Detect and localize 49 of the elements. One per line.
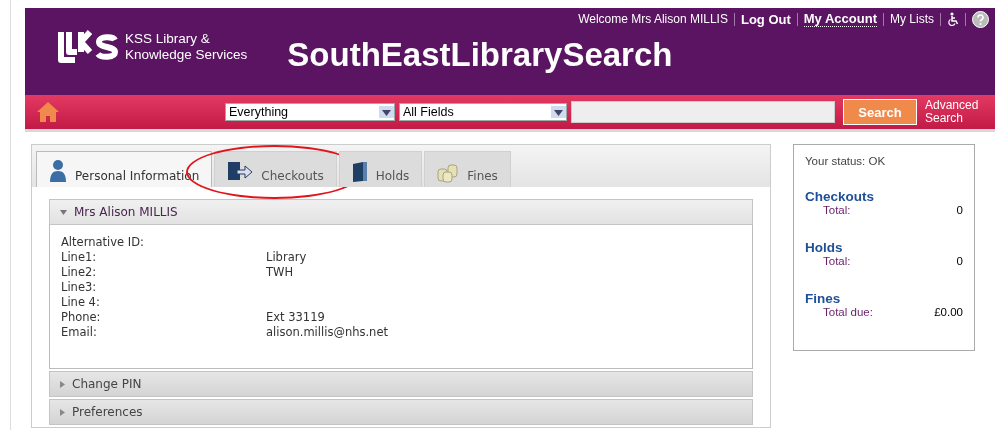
summary-label: Total due: — [823, 306, 873, 318]
tab[interactable]: Fines — [424, 151, 511, 187]
tab[interactable]: Holds — [338, 151, 423, 187]
summary-heading[interactable]: Checkouts — [805, 189, 963, 204]
tab[interactable]: Checkouts — [214, 151, 337, 187]
summary-heading[interactable]: Holds — [805, 240, 963, 255]
site-title: SouthEastLibrarySearch — [287, 35, 673, 75]
help-icon[interactable] — [972, 10, 989, 28]
field-label: Phone: — [61, 310, 102, 325]
summary-value: £0.00 — [934, 306, 963, 318]
summary-value: 0 — [956, 255, 963, 267]
field-value: TWH — [266, 265, 294, 280]
field-label: Line2: — [61, 265, 98, 280]
summary-label: Total: — [823, 204, 851, 216]
search-field[interactable] — [571, 101, 835, 123]
coins-icon — [437, 163, 460, 183]
status-text: Your status: OK — [805, 155, 887, 167]
book-icon — [351, 161, 368, 183]
dropdown-icon — [382, 110, 391, 116]
summary-value: 0 — [956, 204, 963, 216]
expand-icon — [60, 380, 65, 388]
field-value: Library — [266, 250, 307, 265]
header-link[interactable]: My Account — [803, 11, 877, 27]
field-value: Ext 33119 — [266, 310, 325, 325]
summary-label: Total: — [823, 255, 851, 267]
person-icon — [49, 159, 67, 183]
dropdown-icon — [554, 110, 563, 116]
accordion-header[interactable]: Change PIN — [49, 371, 753, 397]
field-label: Alternative ID: — [61, 235, 145, 250]
field-label: Line 4: — [61, 295, 101, 310]
accordion-header[interactable]: Preferences — [49, 399, 753, 425]
field-dropdown[interactable]: All Fields — [399, 103, 567, 121]
header-link[interactable]: My Lists — [890, 12, 934, 26]
collapse-icon — [60, 209, 67, 215]
logo-icon — [57, 30, 119, 64]
field-label: Line1: — [61, 250, 98, 265]
field-value: alison.millis@nhs.net — [266, 325, 388, 340]
scope-dropdown[interactable]: Everything — [225, 103, 395, 121]
field-label: Line3: — [61, 280, 98, 295]
welcome-text: Welcome Mrs Alison MILLIS — [578, 12, 728, 26]
accordion-header[interactable]: Mrs Alison MILLIS — [49, 199, 753, 225]
expand-icon — [60, 408, 65, 416]
summary-heading[interactable]: Fines — [805, 291, 963, 306]
advanced-search-link[interactable]: Advanced Search — [925, 99, 979, 125]
wheelchair-icon[interactable] — [947, 12, 959, 26]
field-label: Email: — [61, 325, 98, 340]
logo-text: KSS Library & Knowledge Services — [125, 31, 248, 63]
header-link[interactable]: Log Out — [740, 11, 791, 27]
book-arrow-icon — [227, 161, 254, 183]
